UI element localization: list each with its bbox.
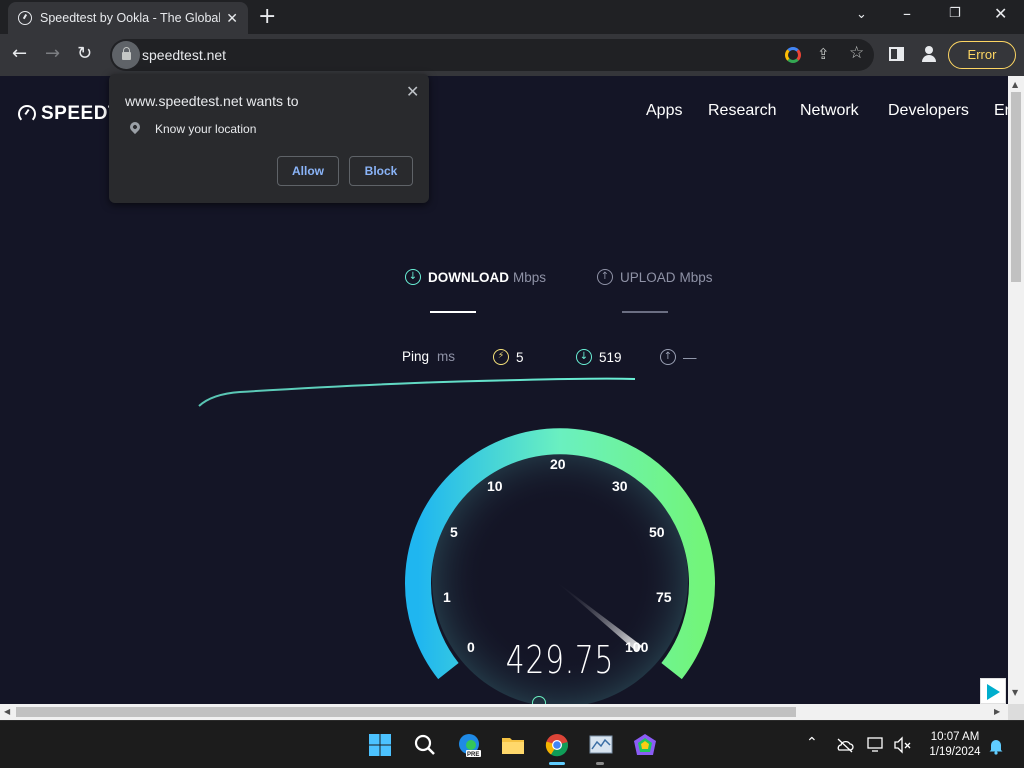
- share-icon[interactable]: ⇪: [817, 45, 830, 63]
- google-lens-icon[interactable]: [785, 47, 801, 63]
- windows-taskbar: PRE ⌃ 10:07 AM 1/19/2024: [0, 720, 1024, 768]
- current-speed-value: 429.75: [505, 638, 615, 682]
- bookmark-star-icon[interactable]: ☆: [849, 43, 864, 63]
- gauge-label-0: 0: [467, 639, 475, 655]
- clock-date: 1/19/2024: [929, 746, 981, 758]
- permission-close-icon[interactable]: ✕: [406, 82, 419, 101]
- notification-bell-icon[interactable]: [987, 737, 1005, 755]
- speed-unit-download-icon: [532, 696, 546, 704]
- allow-button[interactable]: Allow: [277, 156, 339, 186]
- minimize-button[interactable]: –: [903, 4, 911, 23]
- network-ethernet-icon[interactable]: [866, 735, 886, 755]
- gauge-label-10: 10: [487, 478, 503, 494]
- tab-search-chevron-icon[interactable]: ⌄: [856, 7, 867, 22]
- download-graph-line: [198, 377, 636, 407]
- reload-button[interactable]: ↻: [77, 43, 92, 64]
- chrome-active-indicator: [549, 762, 565, 765]
- profile-icon[interactable]: [921, 46, 937, 62]
- permission-title: www.speedtest.net wants to: [125, 93, 299, 109]
- block-button[interactable]: Block: [349, 156, 413, 186]
- speedtest-favicon-icon: [18, 11, 32, 25]
- site-info-button[interactable]: [112, 41, 140, 69]
- back-button[interactable]: ←: [12, 43, 27, 64]
- tab-title: Speedtest by Ookla - The Global: [40, 11, 220, 25]
- system-clock[interactable]: 10:07 AM 1/19/2024: [920, 730, 990, 760]
- gauge-label-75: 75: [656, 589, 672, 605]
- browser-toolbar: ← → ↻ speedtest.net ⇪ ☆ Error: [0, 34, 1024, 76]
- adchoices-icon[interactable]: [980, 678, 1006, 704]
- file-explorer-icon[interactable]: [501, 733, 525, 757]
- lock-icon: [122, 47, 131, 60]
- scrollbar-corner: [1008, 704, 1024, 720]
- vertical-scrollbar[interactable]: ▲ ▼: [1008, 76, 1024, 704]
- gauge-label-20: 20: [550, 456, 566, 472]
- chrome-icon[interactable]: [545, 733, 569, 757]
- windows-start-icon[interactable]: [368, 733, 392, 757]
- browser-tabbar: Speedtest by Ookla - The Global ✕ + ⌄ – …: [0, 0, 1024, 34]
- search-icon[interactable]: [413, 733, 437, 757]
- new-tab-button[interactable]: +: [258, 4, 276, 29]
- edge-preview-icon[interactable]: PRE: [457, 733, 481, 757]
- permission-request-text: Know your location: [155, 122, 257, 136]
- side-panel-icon[interactable]: [889, 47, 904, 61]
- scroll-left-arrow-icon[interactable]: ◀: [4, 707, 10, 716]
- url-text[interactable]: speedtest.net: [142, 47, 226, 63]
- resource-monitor-icon[interactable]: [589, 733, 613, 757]
- scroll-right-arrow-icon[interactable]: ▶: [994, 707, 1000, 716]
- svg-text:PRE: PRE: [467, 752, 479, 757]
- tab-close-icon[interactable]: ✕: [226, 10, 238, 27]
- location-permission-popup: www.speedtest.net wants to ✕ Know your l…: [109, 74, 429, 203]
- gauge-label-50: 50: [649, 524, 665, 540]
- location-pin-icon: [127, 119, 143, 135]
- address-bar[interactable]: speedtest.net ⇪ ☆: [110, 39, 874, 71]
- horizontal-scrollbar[interactable]: ◀ ▶: [0, 704, 1008, 720]
- show-hidden-icons-chevron-icon[interactable]: ⌃: [806, 735, 818, 751]
- forward-button[interactable]: →: [45, 43, 60, 64]
- monitor-running-indicator: [596, 762, 604, 765]
- scroll-up-arrow-icon[interactable]: ▲: [1012, 80, 1018, 89]
- error-chip-button[interactable]: Error: [948, 41, 1016, 69]
- clock-time: 10:07 AM: [930, 731, 980, 743]
- horizontal-scroll-thumb[interactable]: [16, 707, 796, 717]
- close-window-button[interactable]: ✕: [994, 4, 1007, 23]
- scroll-down-arrow-icon[interactable]: ▼: [1012, 688, 1018, 697]
- vertical-scroll-thumb[interactable]: [1011, 92, 1021, 282]
- colorful-app-icon[interactable]: [633, 733, 657, 757]
- browser-tab[interactable]: Speedtest by Ookla - The Global ✕: [8, 2, 248, 34]
- volume-muted-icon[interactable]: [893, 735, 913, 755]
- restore-button[interactable]: ❐: [949, 6, 961, 21]
- gauge-label-1: 1: [443, 589, 451, 605]
- gauge-label-30: 30: [612, 478, 628, 494]
- gauge-label-5: 5: [450, 524, 458, 540]
- onedrive-offline-icon[interactable]: [836, 736, 854, 754]
